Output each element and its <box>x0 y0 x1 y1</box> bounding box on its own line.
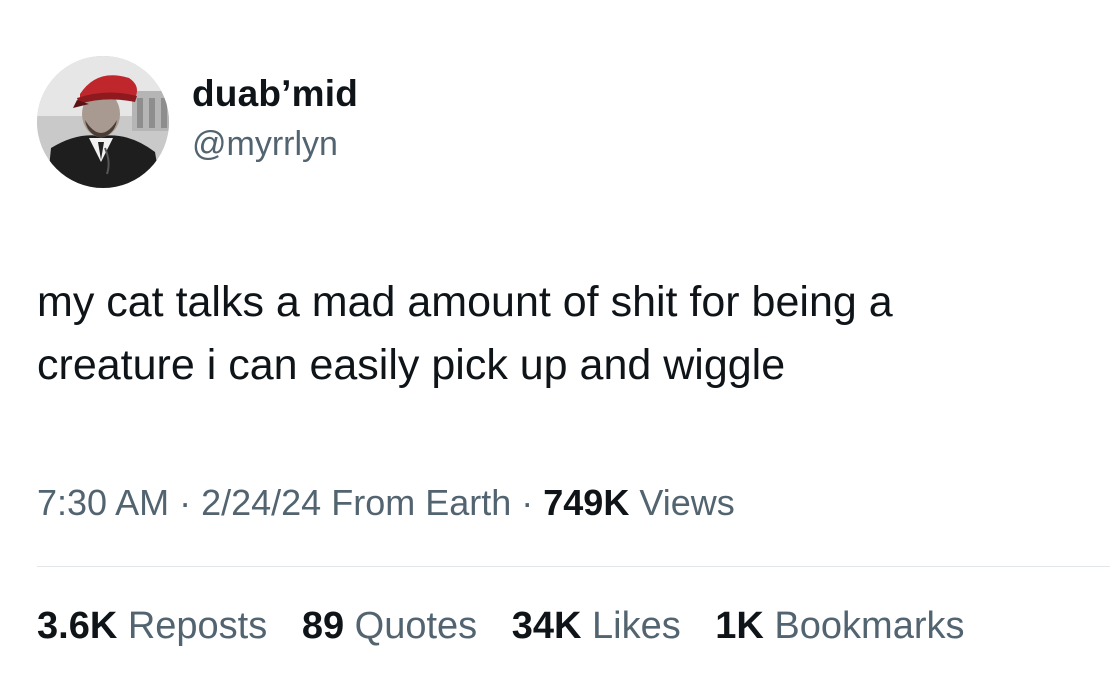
tweet-text-line: creature i can easily pick up and wiggle <box>37 341 786 389</box>
tweet-date[interactable]: 2/24/24 <box>201 482 321 523</box>
bookmarks-count: 1K <box>715 605 764 647</box>
tweet-meta: 7:30 AM · 2/24/24 From Earth · 749K View… <box>37 478 735 528</box>
tweet-card: duab’mid @myrrlyn my cat talks a mad amo… <box>0 0 1110 682</box>
quotes-label: Quotes <box>344 605 478 647</box>
user-names: duab’mid @myrrlyn <box>192 72 358 164</box>
display-name[interactable]: duab’mid <box>192 72 358 116</box>
engagement-stats: 3.6K Reposts 89 Quotes 34K Likes 1K Book… <box>37 600 965 652</box>
likes-count: 34K <box>511 605 582 647</box>
meta-separator: · <box>511 482 544 523</box>
reposts-count: 3.6K <box>37 605 118 647</box>
tweet-time[interactable]: 7:30 AM <box>37 482 169 523</box>
reposts-stat[interactable]: 3.6K Reposts <box>37 605 267 647</box>
tweet-text-line: my cat talks a mad amount of shit for be… <box>37 278 893 326</box>
meta-separator: · <box>169 482 202 523</box>
views-label: Views <box>629 482 735 523</box>
avatar-image <box>37 56 169 188</box>
tweet-source: From Earth <box>321 482 512 523</box>
quotes-stat[interactable]: 89 Quotes <box>302 605 477 647</box>
divider <box>37 566 1110 567</box>
user-handle[interactable]: @myrrlyn <box>192 124 358 164</box>
likes-label: Likes <box>581 605 681 647</box>
likes-stat[interactable]: 34K Likes <box>512 605 681 647</box>
bookmarks-label: Bookmarks <box>763 605 965 647</box>
reposts-label: Reposts <box>117 605 268 647</box>
avatar[interactable] <box>37 56 169 188</box>
views-count: 749K <box>543 482 630 523</box>
quotes-count: 89 <box>301 605 345 647</box>
tweet-text: my cat talks a mad amount of shit for be… <box>37 271 1087 397</box>
bookmarks-stat[interactable]: 1K Bookmarks <box>715 605 964 647</box>
